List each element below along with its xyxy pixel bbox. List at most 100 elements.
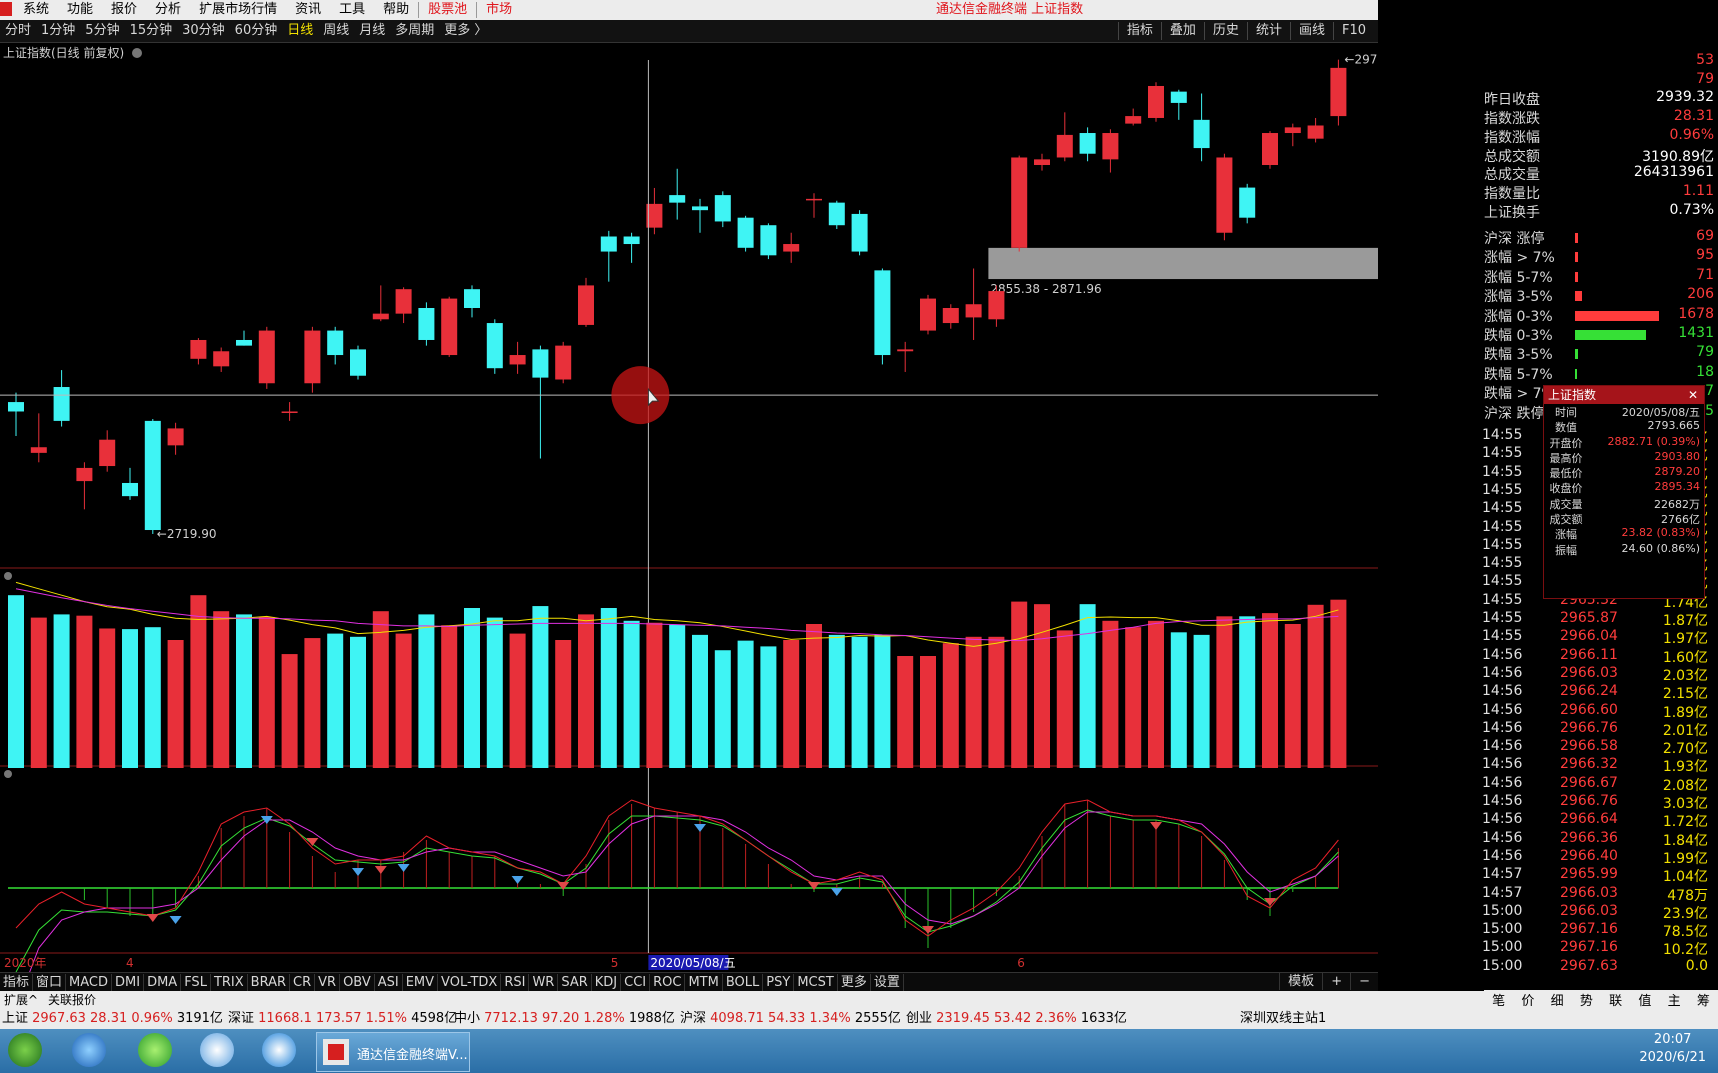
candle-body[interactable] <box>30 447 47 453</box>
candle-body[interactable] <box>1056 134 1073 158</box>
volume-bar[interactable] <box>372 611 389 768</box>
period-tab-6[interactable]: 日线 <box>282 22 318 40</box>
volume-bar[interactable] <box>167 640 184 768</box>
candle-body[interactable] <box>532 349 549 378</box>
candle-body[interactable] <box>1102 133 1119 160</box>
indicator-tab-2[interactable]: MACD <box>66 974 112 991</box>
stock-pool-menu[interactable]: 股票池 <box>419 1 476 19</box>
candle-body[interactable] <box>1079 133 1096 154</box>
candle-body[interactable] <box>122 482 138 497</box>
volume-bar[interactable] <box>692 634 708 768</box>
menu-item-0[interactable]: 系统 <box>14 1 58 19</box>
sogou-icon[interactable] <box>262 1033 296 1067</box>
indicator-tab-6[interactable]: TRIX <box>211 974 248 991</box>
volume-bar[interactable] <box>1284 624 1301 768</box>
candle-body[interactable] <box>1125 116 1142 124</box>
volume-bar[interactable] <box>600 608 617 768</box>
candle-body[interactable] <box>1148 85 1164 118</box>
candle-body[interactable] <box>988 291 1005 320</box>
menu-item-5[interactable]: 资讯 <box>286 1 330 19</box>
volume-settings-icon[interactable] <box>4 572 12 580</box>
candle-body[interactable] <box>600 236 617 252</box>
volume-bar[interactable] <box>464 608 480 768</box>
indicator-tab-5[interactable]: FSL <box>181 974 211 991</box>
volume-bar[interactable] <box>53 614 70 768</box>
browser-360-icon[interactable] <box>138 1033 172 1067</box>
indicator-tab-21[interactable]: BOLL <box>723 974 764 991</box>
period-tab-4[interactable]: 30分钟 <box>177 22 230 40</box>
candle-body[interactable] <box>965 304 982 318</box>
volume-bar[interactable] <box>965 636 982 768</box>
indicator-tab-22[interactable]: PSY <box>763 974 795 991</box>
period-tab-2[interactable]: 5分钟 <box>80 22 124 40</box>
candle-body[interactable] <box>8 402 24 412</box>
menu-item-1[interactable]: 功能 <box>58 1 102 19</box>
candle-body[interactable] <box>281 411 298 413</box>
indicator-tab-0[interactable]: 指标 <box>0 974 34 991</box>
expand-button[interactable]: 扩展^ <box>4 992 38 1008</box>
candle-body[interactable] <box>99 439 116 467</box>
volume-bar[interactable] <box>714 650 731 768</box>
indicator-tab-8[interactable]: CR <box>290 974 316 991</box>
volume-bar[interactable] <box>1034 604 1050 768</box>
indicator-tab-1[interactable]: 窗口 <box>33 974 67 991</box>
volume-bar[interactable] <box>532 606 549 768</box>
volume-bar[interactable] <box>1330 599 1347 768</box>
tool-button-1[interactable]: 叠加 <box>1160 22 1204 40</box>
taskbar-tdx-app[interactable]: 通达信金融终端V... <box>316 1032 470 1072</box>
candle-body[interactable] <box>1193 119 1210 149</box>
volume-bar[interactable] <box>920 656 936 768</box>
ticker-item[interactable]: 深证 11668.1 173.57 1.51% 4598亿 <box>228 1009 457 1029</box>
candle-body[interactable] <box>258 330 275 384</box>
candle-body[interactable] <box>1216 157 1233 233</box>
side-button-2[interactable]: 细 <box>1551 990 1564 1009</box>
tool-button-3[interactable]: 统计 <box>1246 22 1290 40</box>
candle-body[interactable] <box>623 236 640 245</box>
candle-body[interactable] <box>714 195 731 222</box>
volume-bar[interactable] <box>395 633 412 768</box>
candle-body[interactable] <box>327 330 344 356</box>
candle-body[interactable] <box>942 308 959 324</box>
photo-app-icon[interactable] <box>200 1033 234 1067</box>
indicator-tab-16[interactable]: SAR <box>558 974 592 991</box>
candle-body[interactable] <box>441 298 458 356</box>
indicator-tab-18[interactable]: CCI <box>621 974 651 991</box>
indicator-tab-23[interactable]: MCST <box>794 974 838 991</box>
volume-bar[interactable] <box>76 615 93 768</box>
candle-body[interactable] <box>555 345 572 380</box>
candle-body[interactable] <box>464 289 480 308</box>
candle-body[interactable] <box>509 355 526 365</box>
period-tab-9[interactable]: 多周期 <box>390 22 439 40</box>
candle-body[interactable] <box>1307 125 1324 139</box>
volume-bar[interactable] <box>30 617 47 768</box>
volume-bar[interactable] <box>737 640 754 768</box>
period-tab-8[interactable]: 月线 <box>354 22 390 40</box>
period-tab-5[interactable]: 60分钟 <box>230 22 283 40</box>
menu-item-7[interactable]: 帮助 <box>374 1 418 19</box>
indicator-tab-19[interactable]: ROC <box>650 974 686 991</box>
volume-bar[interactable] <box>122 629 138 768</box>
volume-bar[interactable] <box>1079 604 1096 768</box>
candle-body[interactable] <box>578 285 594 325</box>
candle-body[interactable] <box>920 298 936 331</box>
volume-bar[interactable] <box>1170 632 1187 768</box>
indicator-tab-13[interactable]: VOL-TDX <box>438 974 502 991</box>
candle-body[interactable] <box>486 323 503 369</box>
period-tab-7[interactable]: 周线 <box>318 22 354 40</box>
volume-bar[interactable] <box>783 640 800 768</box>
side-button-6[interactable]: 主 <box>1668 990 1681 1009</box>
candle-body[interactable] <box>760 225 777 256</box>
menu-item-4[interactable]: 扩展市场行情 <box>190 1 286 19</box>
volume-bar[interactable] <box>418 614 435 768</box>
volume-bar[interactable] <box>578 614 594 768</box>
tool-button-0[interactable]: 指标 <box>1117 22 1161 40</box>
volume-bar[interactable] <box>1102 620 1119 768</box>
indicator-tab-9[interactable]: VR <box>315 974 341 991</box>
indicator-tab-24[interactable]: 更多 <box>838 974 871 991</box>
volume-bar[interactable] <box>1011 601 1028 768</box>
volume-bar[interactable] <box>828 634 845 768</box>
side-button-5[interactable]: 值 <box>1638 990 1651 1009</box>
candle-body[interactable] <box>213 351 230 367</box>
indicator-tab-25[interactable]: 设置 <box>871 974 904 991</box>
candle-body[interactable] <box>692 206 708 211</box>
